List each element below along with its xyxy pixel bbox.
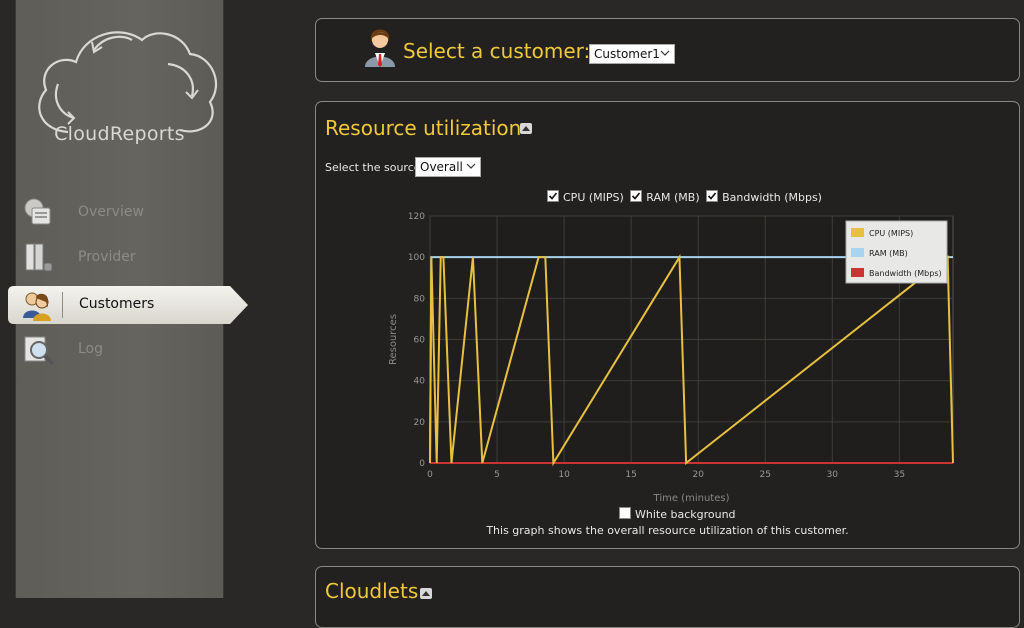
source-select-label: Select the source: [325,161,425,174]
log-icon [24,336,55,366]
y-tick-label: 100 [408,253,425,263]
source-select-value: Overall [420,160,463,174]
legend-entry: CPU (MIPS) [869,229,913,238]
legend-swatch [851,228,864,237]
y-axis-label: Resources [388,314,399,365]
source-select[interactable]: Overall [415,157,481,177]
chart-legend: CPU (MIPS) RAM (MB) Bandwidth (Mbps) [845,220,948,284]
cloudlets-panel: Cloudlets [315,566,1020,628]
x-tick-label: 20 [692,470,704,480]
provider-icon [25,243,53,272]
graph-description: This graph shows the overall resource ut… [486,524,849,537]
x-tick-label: 10 [558,470,570,480]
white-background-label: White background [635,508,736,521]
x-tick-label: 30 [827,470,839,480]
white-background-checkbox[interactable] [619,507,631,519]
chevron-down-icon [660,50,670,56]
customer-select-title: Select a customer: [403,39,591,63]
customer-select-panel: Select a customer: Customer1 [315,18,1020,82]
legend-swatch [851,268,864,277]
nav-divider [62,292,63,318]
sidebar: CloudReports Overview Provider Customers… [8,0,248,598]
customer-avatar-icon [365,29,395,67]
x-axis-label: Time (minutes) [653,493,730,504]
sidebar-item-label: Log [78,341,104,357]
sidebar-item-provider[interactable]: Provider [16,239,223,277]
sidebar-item-log[interactable]: Log [16,331,223,369]
collapse-up-icon [522,126,530,131]
collapse-up-icon [422,591,430,596]
y-tick-label: 40 [414,377,426,387]
x-tick-label: 35 [894,470,905,480]
collapse-button[interactable] [420,588,432,599]
customer-select[interactable]: Customer1 [589,44,675,64]
app-logo-text: CloudReports [54,123,185,145]
sidebar-item-customers[interactable]: Customers [8,286,248,324]
collapse-button[interactable] [520,123,532,134]
y-tick-label: 60 [414,336,426,346]
white-background-toggle: White background [619,507,736,521]
resource-utilization-panel: Resource utilization Select the source: … [315,101,1020,549]
x-tick-label: 0 [427,470,433,480]
y-tick-label: 20 [414,418,426,428]
y-tick-label: 80 [414,294,426,304]
sidebar-item-overview[interactable]: Overview [16,194,223,232]
chevron-down-icon [466,163,476,169]
y-tick-label: 120 [408,212,425,222]
legend-entry: Bandwidth (Mbps) [869,269,942,278]
sidebar-item-label: Overview [78,204,144,220]
x-tick-label: 5 [494,470,500,480]
customers-icon [23,292,51,321]
legend-swatch [851,248,864,257]
sidebar-item-label: Customers [79,296,155,312]
legend-entry: RAM (MB) [869,249,908,258]
x-tick-label: 15 [625,470,636,480]
cloudlets-title: Cloudlets [325,579,419,603]
x-tick-label: 25 [760,470,771,480]
customer-select-value: Customer1 [594,47,660,61]
y-tick-label: 0 [419,459,425,469]
overview-icon [24,198,51,225]
sidebar-item-label: Provider [78,249,136,265]
resource-utilization-title: Resource utilization [325,116,522,140]
resource-chart: 0 20 40 60 80 100 120 0 5 10 15 20 25 30 35 Time (minut… [388,212,954,504]
